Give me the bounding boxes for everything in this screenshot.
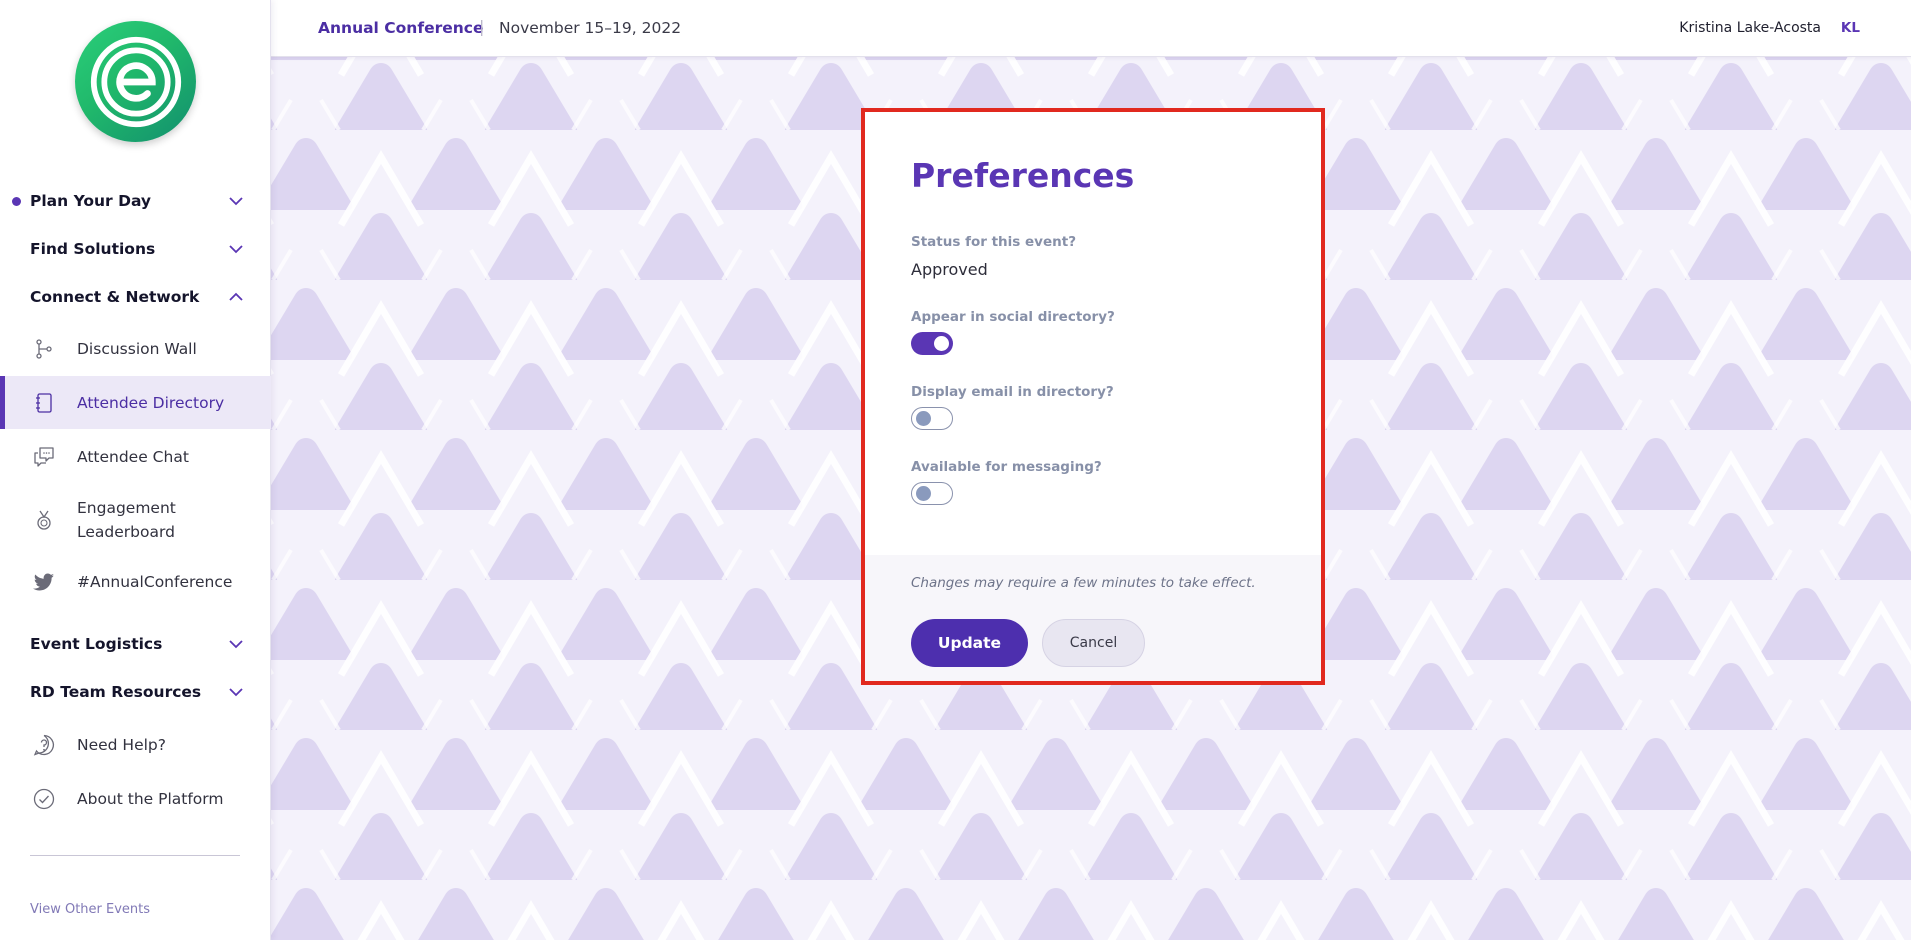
user-name[interactable]: Kristina Lake-Acosta: [1679, 20, 1821, 36]
sidebar-item-label: Attendee Directory: [77, 393, 225, 412]
status-value: Approved: [911, 260, 988, 279]
status-label: Status for this event?: [911, 234, 1077, 250]
chevron-down-icon[interactable]: [227, 635, 245, 653]
notebook-icon: [31, 390, 57, 416]
sidebar-item-need-help[interactable]: Need Help?: [0, 724, 271, 766]
sidebar-divider: [30, 855, 240, 856]
toggle-knob: [934, 336, 949, 351]
chevron-down-icon[interactable]: [227, 240, 245, 258]
sidebar-item-label: Discussion Wall: [77, 340, 197, 358]
nav-section-event-logistics[interactable]: Event Logistics: [0, 622, 271, 666]
chevron-down-icon[interactable]: [227, 192, 245, 210]
twitter-icon: [31, 569, 57, 595]
eventcore-logo-icon: [90, 36, 181, 127]
event-name[interactable]: Annual Conference: [318, 19, 483, 37]
modal-footer: Changes may require a few minutes to tak…: [865, 555, 1321, 681]
section-label: Find Solutions: [30, 240, 156, 258]
current-indicator-dot: [12, 196, 21, 206]
sidebar-item-discussion-wall[interactable]: Discussion Wall: [0, 328, 271, 370]
section-label: RD Team Resources: [30, 683, 202, 701]
sidebar-item-attendee-directory[interactable]: Attendee Directory: [0, 376, 271, 429]
view-other-events-link[interactable]: View Other Events: [30, 902, 150, 917]
sidebar-item-label: Need Help?: [77, 736, 166, 754]
messaging-toggle[interactable]: [911, 482, 953, 505]
sidebar-item-label-line2: Leaderboard: [77, 523, 175, 541]
sidebar-item-label-line1: Engagement: [77, 499, 176, 517]
help-icon: [31, 732, 57, 758]
section-label: Plan Your Day: [30, 192, 152, 210]
toggle-knob: [916, 485, 931, 501]
branch-icon: [31, 336, 57, 362]
chevron-up-icon[interactable]: [227, 288, 245, 306]
sidebar: Plan Your Day Find Solutions Connect & N…: [0, 0, 271, 940]
chat-icon: [31, 444, 57, 470]
messaging-label: Available for messaging?: [911, 459, 1102, 475]
nav-section-connect-network[interactable]: Connect & Network: [0, 275, 271, 319]
toggle-knob: [916, 410, 931, 426]
preferences-modal: Preferences Status for this event? Appro…: [861, 108, 1325, 685]
header-separator: |: [479, 17, 485, 36]
nav-section-rd-team-resources[interactable]: RD Team Resources: [0, 670, 271, 714]
sidebar-item-engagement-leaderboard[interactable]: Engagement Leaderboard: [0, 492, 271, 548]
medal-icon: [31, 507, 57, 533]
social-directory-label: Appear in social directory?: [911, 309, 1115, 325]
logo[interactable]: [75, 21, 196, 142]
top-bar: Annual Conference | November 15–19, 2022…: [271, 0, 1911, 57]
avatar[interactable]: KL: [1841, 20, 1860, 36]
nav-section-find-solutions[interactable]: Find Solutions: [0, 227, 271, 271]
section-label: Connect & Network: [30, 288, 200, 306]
modal-title: Preferences: [911, 156, 1135, 195]
check-circle-icon: [31, 786, 57, 812]
sidebar-item-label: Attendee Chat: [77, 448, 189, 466]
chevron-down-icon[interactable]: [227, 683, 245, 701]
social-directory-toggle[interactable]: [911, 332, 953, 355]
display-email-toggle[interactable]: [911, 407, 953, 430]
cancel-button[interactable]: Cancel: [1042, 619, 1145, 667]
modal-body: Preferences Status for this event? Appro…: [865, 112, 1321, 555]
display-email-label: Display email in directory?: [911, 384, 1114, 400]
event-dates: November 15–19, 2022: [499, 19, 682, 37]
update-button[interactable]: Update: [911, 619, 1028, 667]
sidebar-item-about-platform[interactable]: About the Platform: [0, 778, 271, 820]
nav-section-plan-your-day[interactable]: Plan Your Day: [0, 179, 271, 223]
changes-note: Changes may require a few minutes to tak…: [911, 575, 1256, 591]
sidebar-item-label: #AnnualConference: [77, 573, 233, 591]
sidebar-item-label: About the Platform: [77, 790, 224, 808]
sidebar-item-attendee-chat[interactable]: Attendee Chat: [0, 436, 271, 478]
section-label: Event Logistics: [30, 635, 163, 653]
sidebar-item-annual-conference-twitter[interactable]: #AnnualConference: [0, 561, 271, 603]
